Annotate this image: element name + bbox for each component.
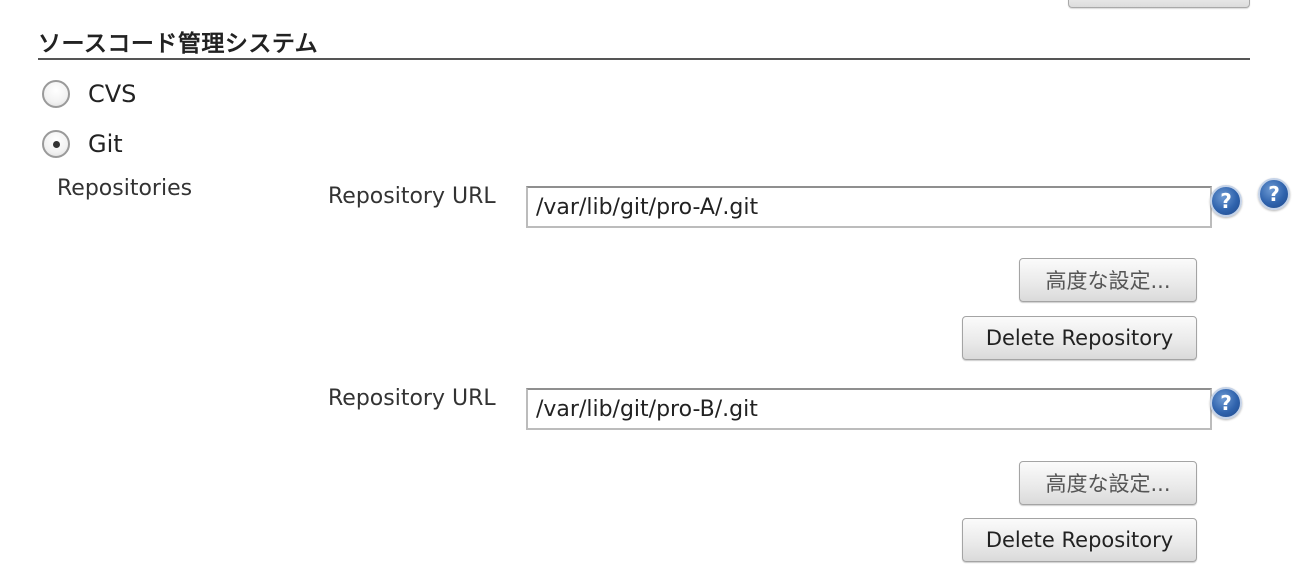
advanced-settings-button[interactable]: 高度な設定... bbox=[1019, 258, 1197, 302]
help-icon[interactable]: ? bbox=[1210, 185, 1242, 217]
advanced-settings-button[interactable]: 高度な設定... bbox=[1019, 461, 1197, 505]
repository-url-label: Repository URL bbox=[328, 386, 496, 411]
scm-config-panel: ソースコード管理システム CVS Git Repositories Reposi… bbox=[0, 0, 1300, 578]
repository-url-label: Repository URL bbox=[328, 184, 496, 209]
section-divider bbox=[38, 58, 1250, 60]
help-icon[interactable]: ? bbox=[1258, 178, 1290, 210]
repository-url-input[interactable] bbox=[526, 388, 1212, 430]
help-icon[interactable]: ? bbox=[1210, 387, 1242, 419]
partial-button[interactable] bbox=[1068, 0, 1250, 8]
section-title: ソースコード管理システム bbox=[38, 31, 319, 57]
delete-repository-button[interactable]: Delete Repository bbox=[962, 316, 1197, 360]
scm-option-cvs[interactable]: CVS bbox=[42, 80, 136, 108]
repositories-label: Repositories bbox=[57, 176, 193, 201]
repository-url-input[interactable] bbox=[526, 186, 1212, 228]
git-label: Git bbox=[88, 130, 123, 158]
cvs-label: CVS bbox=[88, 80, 137, 108]
scm-option-git[interactable]: Git bbox=[42, 130, 123, 158]
git-radio[interactable] bbox=[42, 130, 70, 158]
delete-repository-button[interactable]: Delete Repository bbox=[962, 518, 1197, 562]
cvs-radio[interactable] bbox=[42, 80, 70, 108]
